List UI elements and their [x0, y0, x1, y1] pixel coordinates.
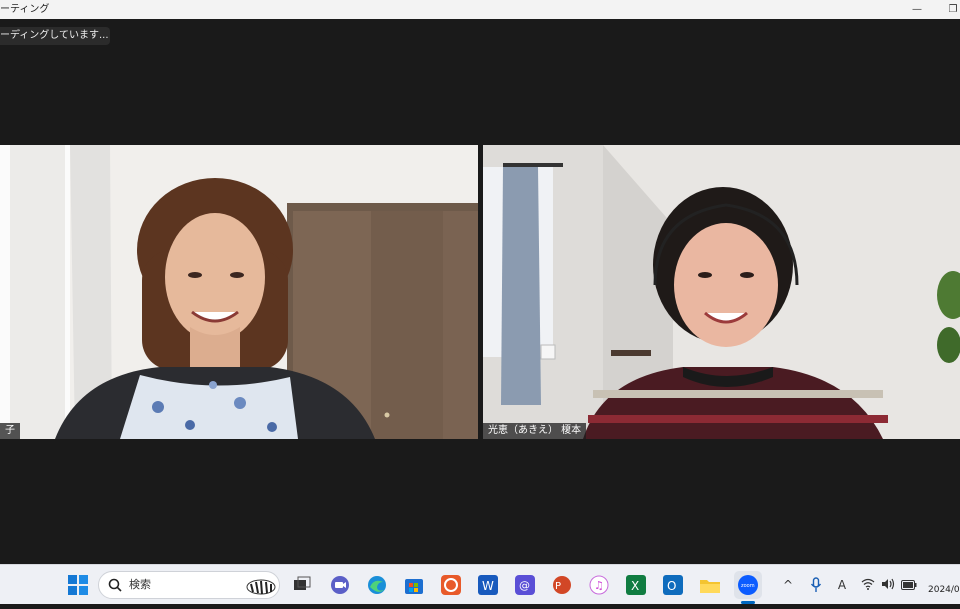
recording-indicator[interactable]: ーディングしています...: [0, 27, 110, 45]
mail-app-icon[interactable]: @: [514, 574, 536, 596]
participant-video: [483, 145, 960, 439]
svg-text:zoom: zoom: [741, 583, 755, 589]
window-titlebar: ーティング — ❐: [0, 0, 960, 19]
ime-mode-indicator[interactable]: A: [834, 565, 850, 605]
arc-app-icon[interactable]: [440, 574, 462, 596]
svg-text:@: @: [519, 579, 530, 592]
excel-icon[interactable]: X: [625, 574, 647, 596]
participant-name: 光恵（あきえ） 榎本: [488, 425, 582, 436]
meeting-stage: ーディングしています... 子 光恵（あきえ） 榎本: [0, 19, 960, 564]
powerpoint-icon[interactable]: P: [551, 574, 573, 596]
windows-taskbar: 検索 W @ P ♫ X O zoom ^ A 2024/0: [0, 564, 960, 604]
svg-text:P: P: [555, 581, 561, 592]
volume-icon[interactable]: [880, 565, 896, 605]
search-highlight-zebra-icon: [243, 574, 279, 600]
taskbar-search-box[interactable]: 検索: [98, 571, 280, 599]
edge-browser-icon[interactable]: [366, 574, 388, 596]
svg-text:♫: ♫: [594, 579, 604, 592]
zoom-app-icon[interactable]: zoom: [734, 571, 762, 599]
outlook-icon[interactable]: O: [662, 574, 684, 596]
word-icon[interactable]: W: [477, 574, 499, 596]
search-placeholder: 検索: [129, 578, 151, 591]
participant-name-tag: 子: [0, 423, 20, 439]
task-view-icon[interactable]: [291, 574, 313, 596]
participant-name: 子: [5, 425, 15, 436]
participant-name-tag: 光恵（あきえ） 榎本: [483, 423, 587, 439]
recording-label: ーディングしています...: [0, 30, 109, 41]
itunes-icon[interactable]: ♫: [588, 574, 610, 596]
svg-text:O: O: [667, 579, 676, 593]
window-title: ーティング: [0, 4, 50, 15]
svg-text:W: W: [482, 579, 494, 593]
restore-button[interactable]: ❐: [938, 0, 960, 19]
participant-video: [0, 145, 478, 439]
taskbar-clock[interactable]: 2024/0: [928, 571, 960, 597]
teams-chat-icon[interactable]: [329, 574, 351, 596]
taskbar-date: 2024/0: [928, 585, 960, 595]
participant-video-tile[interactable]: 光恵（あきえ） 榎本: [483, 145, 960, 439]
battery-icon[interactable]: [900, 565, 918, 605]
wifi-icon[interactable]: [860, 565, 876, 605]
windows-start-icon[interactable]: [67, 574, 89, 596]
file-explorer-icon[interactable]: [699, 574, 721, 596]
minimize-button[interactable]: —: [902, 0, 932, 19]
participant-video-tile[interactable]: 子: [0, 145, 478, 439]
tray-chevron-icon[interactable]: ^: [780, 565, 796, 605]
search-icon: [108, 577, 122, 596]
svg-text:X: X: [631, 579, 639, 593]
microphone-icon[interactable]: [808, 565, 824, 605]
microsoft-store-icon[interactable]: [403, 574, 425, 596]
